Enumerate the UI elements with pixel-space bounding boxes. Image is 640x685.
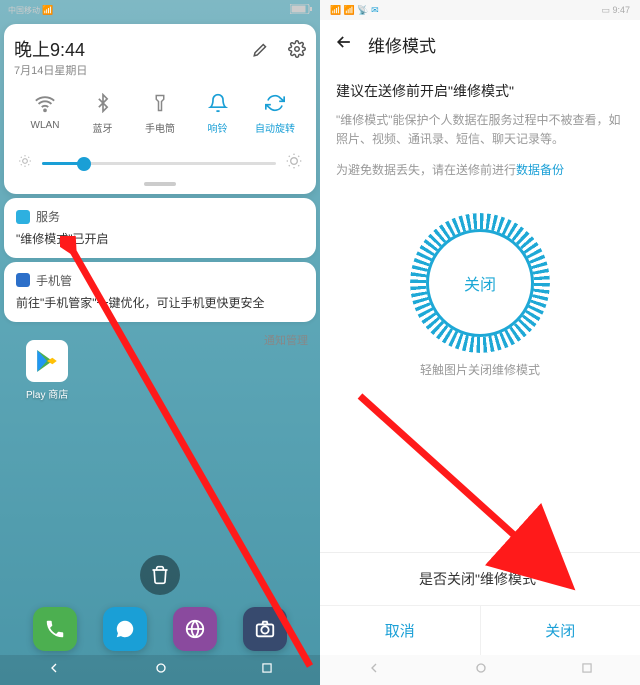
- dock-phone[interactable]: [33, 607, 77, 651]
- app-label: Play 商店: [26, 386, 68, 401]
- battery-icon: ▭: [601, 5, 610, 15]
- qs-autorotate[interactable]: 自动旋转: [248, 92, 302, 135]
- nav-back-icon[interactable]: [366, 660, 382, 681]
- qs-label: WLAN: [31, 120, 60, 131]
- notification-service[interactable]: 服务 "维修模式"已开启: [4, 198, 316, 258]
- nav-home-icon[interactable]: [153, 660, 169, 681]
- qs-label: 自动旋转: [255, 120, 295, 135]
- slider-thumb[interactable]: [77, 157, 91, 171]
- top-bar: 维修模式: [320, 20, 640, 69]
- bluetooth-icon: [92, 92, 114, 114]
- panel-time: 晚上9:44: [14, 36, 87, 62]
- trash-icon[interactable]: [140, 555, 180, 595]
- panel-handle[interactable]: [144, 182, 176, 186]
- brightness-high-icon: [286, 153, 302, 174]
- qs-label: 手电筒: [145, 120, 175, 135]
- brightness-row: [18, 153, 302, 174]
- backup-link[interactable]: 数据备份: [516, 163, 564, 177]
- backup-section: 为避免数据丢失，请在送修前进行数据备份: [320, 161, 640, 192]
- qs-label: 蓝牙: [93, 120, 113, 135]
- wifi-icon: [34, 92, 56, 114]
- playstore-icon: [26, 340, 68, 382]
- dialog-title: 是否关闭"维修模式": [320, 553, 640, 605]
- suggest-title: 建议在送修前开启"维修模式": [336, 81, 624, 101]
- autorotate-icon: [264, 92, 286, 114]
- confirm-dialog: 是否关闭"维修模式" 取消 关闭: [320, 552, 640, 655]
- left-phone-screen: 中国移动 📶 晚上9:44 7月14日星期日: [0, 0, 320, 685]
- notif-body: 前往"手机管家"一键优化，可让手机更快更安全: [16, 295, 304, 312]
- signal-icon: 📶 📶 📡 ✉: [330, 5, 379, 16]
- quick-settings-panel: 晚上9:44 7月14日星期日 WLAN: [4, 24, 316, 194]
- notification-phonemanager[interactable]: 手机管 前往"手机管家"一键优化，可让手机更快更安全: [4, 262, 316, 322]
- maintenance-dial[interactable]: 关闭: [410, 213, 550, 353]
- nav-recent-icon[interactable]: [580, 661, 594, 680]
- dial-wrap: 关闭: [320, 213, 640, 353]
- panel-date: 7月14日星期日: [14, 62, 87, 78]
- phonemanager-app-icon: [16, 273, 30, 287]
- suggest-text: "维修模式"能保护个人数据在服务过程中不被查看，如照片、视频、通讯录、短信、聊天…: [336, 111, 624, 149]
- nav-recent-icon[interactable]: [260, 661, 274, 680]
- qs-bluetooth[interactable]: 蓝牙: [76, 92, 130, 135]
- status-time: 9:47: [612, 5, 630, 15]
- nav-home-icon[interactable]: [473, 660, 489, 681]
- backup-prefix: 为避免数据丢失，请在送修前进行: [336, 163, 516, 177]
- dock-messages[interactable]: [103, 607, 147, 651]
- app-playstore[interactable]: Play 商店: [26, 340, 68, 401]
- qs-wlan[interactable]: WLAN: [18, 92, 72, 135]
- carrier-label: 中国移动: [8, 5, 40, 16]
- service-app-icon: [16, 210, 30, 224]
- status-bar: 中国移动 📶: [0, 0, 320, 20]
- dialog-cancel-button[interactable]: 取消: [320, 606, 481, 655]
- edit-icon[interactable]: [252, 40, 270, 63]
- dock-browser[interactable]: [173, 607, 217, 651]
- dock-camera[interactable]: [243, 607, 287, 651]
- nav-bar: [0, 655, 320, 685]
- dialog-confirm-button[interactable]: 关闭: [481, 606, 640, 655]
- brightness-low-icon: [18, 154, 32, 173]
- bell-icon: [207, 92, 229, 114]
- flashlight-icon: [149, 92, 171, 114]
- battery-icon: [290, 4, 312, 16]
- back-icon[interactable]: [334, 32, 354, 57]
- nav-bar: [320, 655, 640, 685]
- nav-back-icon[interactable]: [46, 660, 62, 681]
- quick-settings-row: WLAN 蓝牙 手电筒 响铃: [14, 92, 306, 135]
- dial-caption: 轻触图片关闭维修模式: [320, 361, 640, 378]
- qs-flashlight[interactable]: 手电筒: [133, 92, 187, 135]
- suggest-section: 建议在送修前开启"维修模式" "维修模式"能保护个人数据在服务过程中不被查看，如…: [320, 69, 640, 161]
- settings-icon[interactable]: [288, 40, 306, 63]
- brightness-slider[interactable]: [42, 162, 276, 165]
- signal-icon: 📶: [42, 5, 53, 16]
- right-phone-screen: 📶 📶 📡 ✉ ▭ 9:47 维修模式 建议在送修前开启"维修模式" "维修模式…: [320, 0, 640, 685]
- status-bar: 📶 📶 📡 ✉ ▭ 9:47: [320, 0, 640, 20]
- dial-label: 关闭: [464, 271, 496, 295]
- notif-app-name: 服务: [36, 208, 60, 225]
- dock: [0, 607, 320, 651]
- qs-label: 响铃: [208, 120, 228, 135]
- notif-app-name: 手机管: [36, 272, 72, 289]
- notif-body: "维修模式"已开启: [16, 231, 304, 248]
- qs-ringer[interactable]: 响铃: [191, 92, 245, 135]
- page-title: 维修模式: [368, 32, 436, 57]
